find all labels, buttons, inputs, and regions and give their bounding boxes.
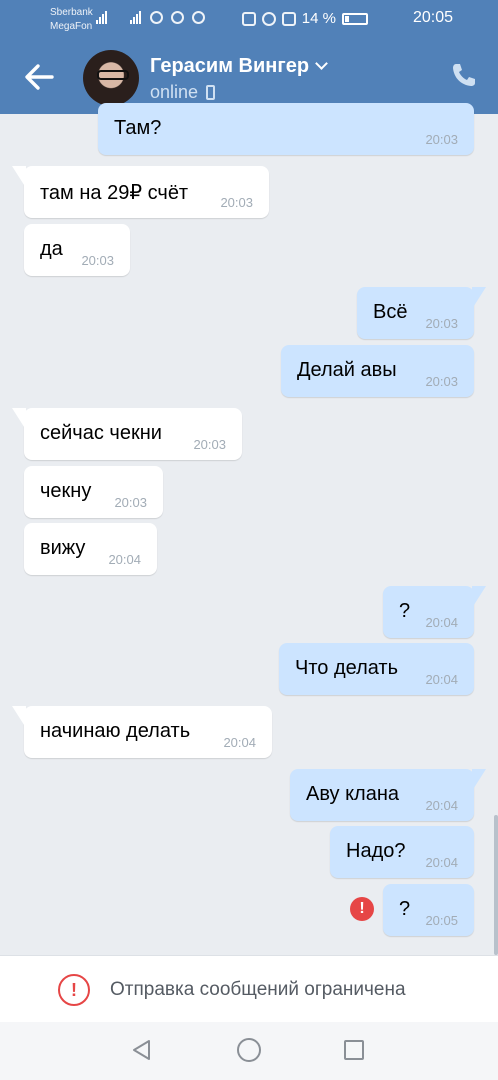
message-text: вижу (40, 537, 86, 559)
exclamation-circle-icon[interactable]: ! (350, 897, 374, 921)
search-icon (192, 11, 205, 24)
nav-home-icon[interactable] (237, 1038, 261, 1062)
message-time: 20:04 (223, 735, 256, 750)
message-time: 20:04 (108, 552, 141, 567)
message-text: Всё (373, 301, 408, 323)
message-time: 20:03 (220, 195, 253, 210)
message-text: ? (399, 898, 411, 920)
notification-icons (150, 11, 205, 24)
discord-icon (171, 11, 184, 24)
nfc-icon (241, 11, 256, 26)
message-time: 20:03 (425, 316, 458, 331)
message-text: да (40, 238, 63, 260)
message-time: 20:03 (114, 495, 147, 510)
message-text: сейчас чекни (40, 422, 162, 444)
arrow-left-icon[interactable] (22, 60, 56, 94)
message-time: 20:04 (425, 615, 458, 630)
chevron-down-icon (315, 57, 328, 70)
contact-name[interactable]: Герасим Вингер (150, 55, 328, 78)
message-text: Что делать (295, 657, 399, 679)
message-bubble[interactable]: Всё 20:03 (357, 287, 486, 339)
nav-recents-icon[interactable] (344, 1040, 364, 1060)
phone-icon[interactable] (450, 61, 478, 89)
chat-header: Sberbank MegaFon 14 % 20:05 Герасим Винг… (0, 0, 498, 114)
message-time: 20:04 (425, 855, 458, 870)
message-text: Там? (114, 117, 162, 139)
nav-back-icon[interactable] (130, 1038, 154, 1062)
scrollbar[interactable] (494, 815, 498, 955)
message-text: начинаю делать (40, 720, 191, 742)
carrier-labels: Sberbank MegaFon (50, 6, 93, 34)
message-text: чекну (40, 480, 92, 502)
message-time: 20:03 (425, 374, 458, 389)
message-text: Делай авы (297, 359, 397, 381)
message-bubble[interactable]: Делай авы 20:03 (281, 345, 474, 397)
system-nav-bar (0, 1022, 498, 1080)
signal-icon (96, 10, 107, 24)
carrier-2: MegaFon (50, 21, 93, 32)
mute-icon (281, 11, 296, 26)
clock: 20:05 (412, 9, 453, 26)
message-text: там на 29₽ счёт (40, 182, 189, 204)
alarm-icon (261, 11, 276, 26)
message-bubble[interactable]: чекну 20:03 (24, 466, 163, 518)
message-bubble[interactable]: ? 20:04 (383, 586, 486, 638)
restriction-text: Отправка сообщений ограничена (110, 979, 406, 1000)
status-bar: Sberbank MegaFon 14 % 20:05 (0, 0, 498, 38)
battery-percent: 14 % (301, 10, 336, 27)
presence-label: online (150, 82, 199, 102)
message-bubble[interactable]: вижу 20:04 (24, 523, 157, 575)
message-text: Аву клана (306, 783, 400, 805)
message-bubble[interactable]: начинаю делать 20:04 (12, 706, 272, 758)
carrier-1: Sberbank (50, 7, 93, 18)
message-time: 20:04 (425, 798, 458, 813)
message-time: 20:03 (81, 253, 114, 268)
message-bubble[interactable]: Аву клана 20:04 (290, 769, 486, 821)
mobile-device-icon (206, 85, 216, 100)
message-bubble[interactable]: да 20:03 (24, 224, 130, 276)
avatar[interactable] (83, 50, 139, 106)
headphones-icon (150, 11, 163, 24)
message-bubble[interactable]: сейчас чекни 20:03 (12, 408, 242, 460)
system-icons: 14 % (241, 10, 368, 27)
message-text: ? (399, 600, 411, 622)
contact-name-label: Герасим Вингер (150, 55, 310, 77)
presence-status: online (150, 82, 216, 103)
message-bubble[interactable]: Что делать 20:04 (279, 643, 474, 695)
message-time: 20:05 (425, 913, 458, 928)
warning-circle-icon: ! (58, 974, 90, 1006)
message-bubble[interactable]: Надо? 20:04 (330, 826, 474, 878)
message-time: 20:03 (193, 437, 226, 452)
message-text: Надо? (346, 840, 406, 862)
message-bubble[interactable]: там на 29₽ счёт 20:03 (12, 166, 269, 218)
message-time: 20:04 (425, 672, 458, 687)
battery-icon (342, 12, 368, 25)
message-bubble-failed[interactable]: ? 20:05 (383, 884, 474, 936)
signal-2-icon (130, 10, 141, 24)
message-bubble[interactable]: Там? 20:03 (98, 103, 474, 155)
message-time: 20:03 (425, 132, 458, 147)
restriction-banner: ! Отправка сообщений ограничена (0, 955, 498, 1022)
